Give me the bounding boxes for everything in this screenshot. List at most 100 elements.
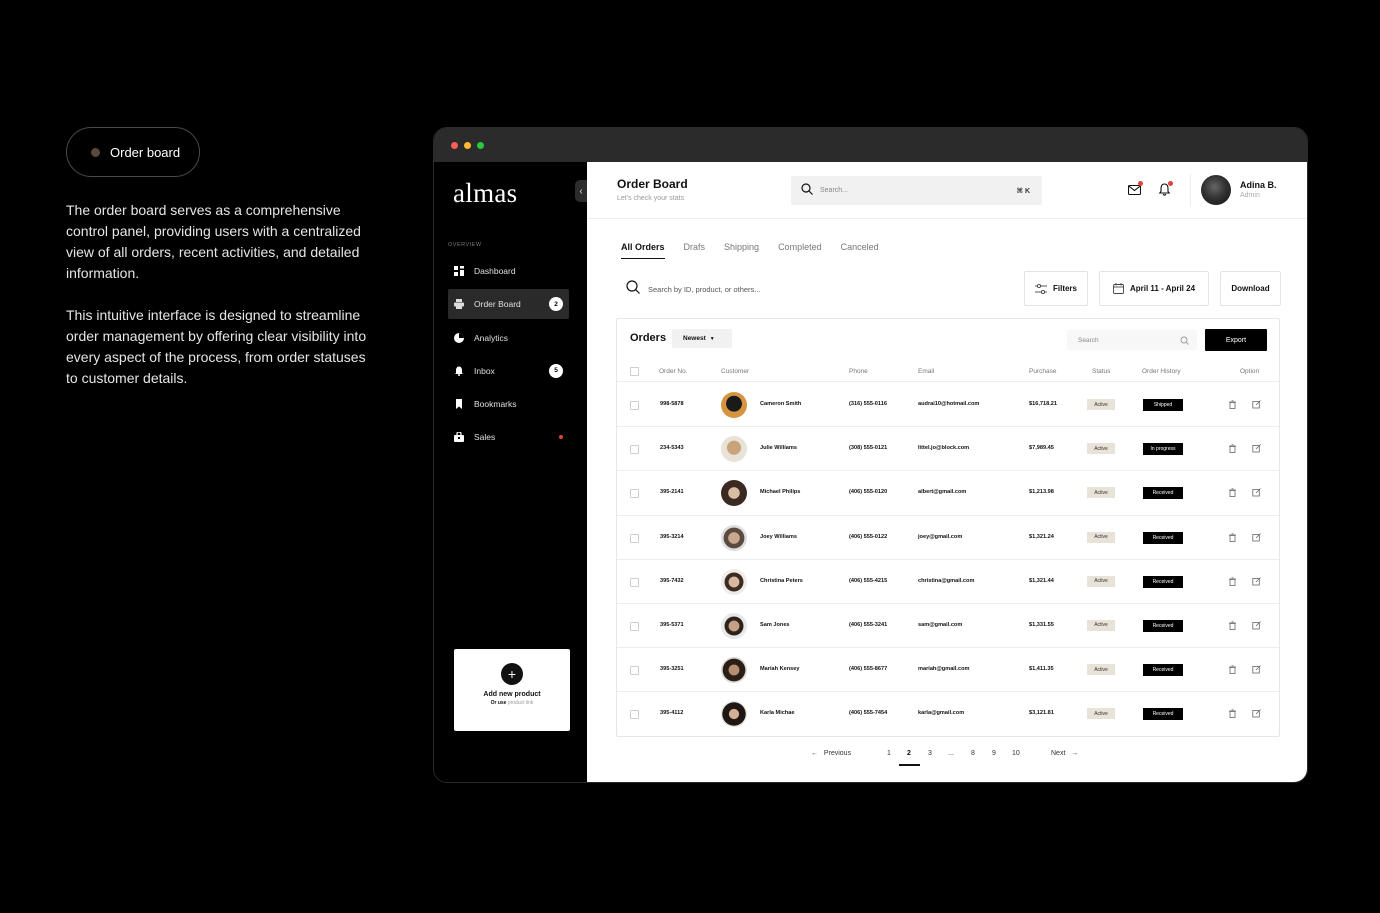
select-all-checkbox[interactable] — [630, 367, 639, 376]
row-checkbox[interactable] — [630, 710, 639, 720]
trash-icon[interactable] — [1228, 621, 1237, 630]
close-window-icon[interactable] — [451, 141, 458, 149]
page-link[interactable]: 10 — [1012, 750, 1020, 757]
sort-dropdown[interactable]: Newest ▼ — [672, 329, 732, 348]
notifications-button[interactable] — [1158, 181, 1173, 196]
edit-icon[interactable] — [1252, 621, 1261, 630]
purchase-amount: $3,121.81 — [1029, 710, 1054, 717]
row-checkbox[interactable] — [630, 401, 639, 410]
sidebar-item-inbox[interactable]: Inbox 5 — [448, 356, 569, 386]
edit-icon[interactable] — [1252, 532, 1261, 542]
customer-phone: (308) 555-0121 — [849, 445, 888, 452]
sidebar-item-order-board[interactable]: Order Board 2 — [448, 289, 569, 320]
download-button[interactable]: Download — [1220, 271, 1281, 306]
trash-icon[interactable] — [1228, 665, 1237, 675]
bookmark-icon — [454, 399, 464, 410]
table-row[interactable]: 395-3251 Mariah Kensey (406) 555-8677 ma… — [617, 648, 1279, 693]
table-row[interactable]: 395-5371 Sam Jones (406) 555-3241 sam@gm… — [617, 604, 1279, 649]
add-product-title: Add new product — [483, 691, 541, 698]
product-link[interactable]: product link — [508, 700, 534, 706]
column-header[interactable]: Order No. — [659, 368, 688, 375]
column-header[interactable]: Purchase — [1029, 368, 1056, 375]
trash-icon[interactable] — [1228, 532, 1237, 542]
sidebar-item-dashboard[interactable]: Dashboard — [448, 256, 569, 286]
mail-button[interactable] — [1127, 181, 1143, 196]
sidebar-item-bookmarks[interactable]: Bookmarks — [448, 389, 569, 419]
maximize-window-icon[interactable] — [477, 141, 484, 149]
page-link-current[interactable]: 2 — [907, 750, 911, 757]
status-badge: Active — [1087, 487, 1115, 499]
trash-icon[interactable] — [1228, 488, 1237, 498]
column-header[interactable]: Phone — [849, 368, 868, 375]
chevron-down-icon: ▼ — [709, 335, 715, 342]
customer-phone: (406) 555-8677 — [849, 666, 888, 673]
customer-email: christina@gmail.com — [918, 577, 975, 584]
page-link[interactable]: 8 — [971, 750, 975, 757]
tab-drafts[interactable]: Drafs — [684, 242, 706, 258]
row-checkbox[interactable] — [630, 533, 639, 543]
row-checkbox[interactable] — [630, 445, 639, 455]
row-checkbox[interactable] — [630, 577, 639, 587]
order-number: 998-5878 — [660, 401, 684, 407]
table-row[interactable]: 395-3214 Joey Williams (406) 555-0122 jo… — [617, 516, 1279, 560]
tab-canceled[interactable]: Canceled — [841, 242, 879, 258]
minimize-window-icon[interactable] — [464, 141, 471, 149]
trash-icon[interactable] — [1228, 400, 1237, 409]
edit-icon[interactable] — [1252, 400, 1261, 409]
purchase-amount: $1,321.44 — [1029, 577, 1054, 584]
customer-email: sam@gmail.com — [918, 621, 963, 628]
next-page-button[interactable]: Next → — [1051, 750, 1078, 757]
export-button[interactable]: Export — [1205, 329, 1267, 351]
table-search-input[interactable]: Search — [1067, 330, 1197, 350]
global-search-input[interactable]: Search... ⌘ K — [791, 176, 1042, 205]
order-search-input[interactable]: Search by ID, product, or others... — [617, 272, 1007, 306]
table-row[interactable]: 998-5878 Cameron Smith (316) 555-0116 au… — [617, 383, 1279, 428]
page-link[interactable]: 9 — [992, 750, 996, 757]
sidebar-item-sales[interactable]: Sales — [448, 422, 569, 452]
customer-avatar — [721, 657, 747, 684]
order-history-badge: Received — [1143, 619, 1183, 632]
sidebar-item-analytics[interactable]: Analytics — [448, 323, 569, 353]
customer-email: joey@gmail.com — [918, 533, 963, 540]
add-product-card: + Add new product Or use product link — [454, 649, 570, 731]
row-checkbox[interactable] — [630, 621, 639, 631]
edit-icon[interactable] — [1252, 444, 1261, 453]
tab-shipping[interactable]: Shipping — [724, 242, 759, 258]
purchase-amount: $1,213.98 — [1029, 489, 1054, 496]
add-product-button[interactable]: + — [501, 663, 523, 685]
edit-icon[interactable] — [1252, 576, 1261, 586]
user-role: Admin — [1240, 192, 1260, 199]
trash-icon[interactable] — [1228, 444, 1237, 454]
page-subtitle: Let's check your stats — [617, 195, 685, 202]
row-checkbox[interactable] — [630, 489, 639, 499]
column-header[interactable]: Email — [918, 368, 934, 375]
column-header[interactable]: Status — [1092, 368, 1110, 375]
search-icon — [626, 279, 640, 299]
order-number: 395-2141 — [660, 489, 684, 496]
table-row[interactable]: 395-7432 Christina Peters (406) 555-4215… — [617, 560, 1279, 604]
row-checkbox[interactable] — [630, 666, 639, 676]
add-product-subtitle: Or use product link — [491, 700, 534, 706]
collapse-sidebar-button[interactable]: ‹ — [575, 180, 587, 202]
edit-icon[interactable] — [1252, 488, 1261, 497]
page-link[interactable]: 3 — [928, 750, 932, 757]
current-page-indicator — [899, 764, 920, 766]
table-row[interactable]: 395-2141 Michael Philips (406) 555-0120 … — [617, 471, 1279, 516]
edit-icon[interactable] — [1252, 665, 1261, 674]
edit-icon[interactable] — [1252, 709, 1261, 718]
trash-icon[interactable] — [1228, 577, 1237, 586]
column-header[interactable]: Order History — [1142, 368, 1181, 375]
table-row[interactable]: 395-4112 Karla Michae (406) 555-7454 kar… — [617, 692, 1279, 736]
tab-all-orders[interactable]: All Orders — [621, 242, 665, 259]
filters-button[interactable]: Filters — [1024, 271, 1088, 306]
date-range-picker[interactable]: April 11 - April 24 — [1099, 271, 1209, 306]
table-row[interactable]: 234-5343 Julie Williams (308) 555-0121 l… — [617, 427, 1279, 472]
tab-completed[interactable]: Completed — [778, 242, 822, 258]
avatar[interactable] — [1201, 175, 1231, 205]
previous-page-button[interactable]: ← Previous — [811, 750, 851, 757]
trash-icon[interactable] — [1228, 709, 1237, 719]
column-header[interactable]: Customer — [721, 368, 749, 375]
customer-avatar — [721, 612, 747, 639]
page-link[interactable]: 1 — [887, 750, 891, 757]
order-history-badge: Received — [1143, 531, 1183, 544]
